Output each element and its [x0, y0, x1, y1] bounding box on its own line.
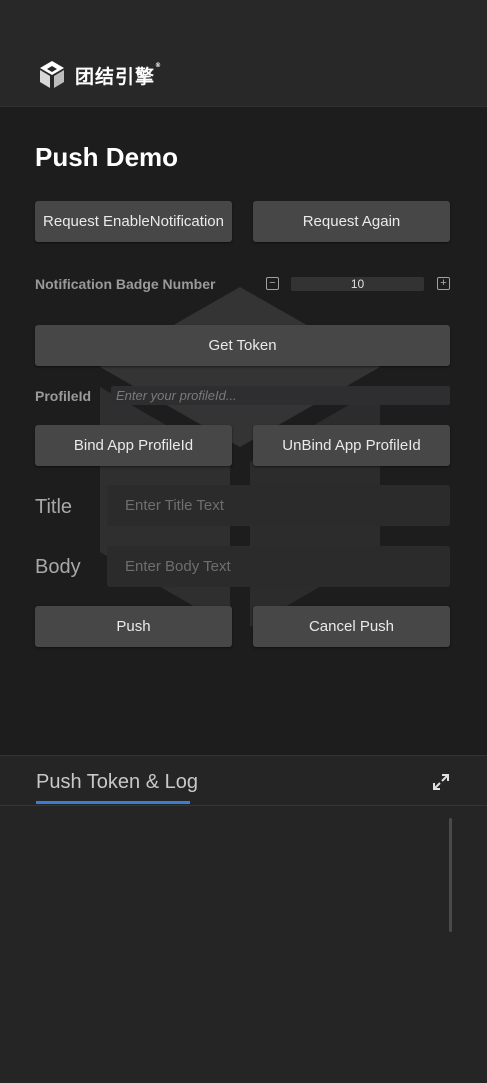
expand-icon[interactable]: [432, 773, 450, 791]
app-header: 团结引擎®: [0, 0, 487, 107]
push-demo-panel: Push Demo Request EnableNotification Req…: [0, 107, 487, 754]
request-again-button[interactable]: Request Again: [253, 201, 450, 242]
cancel-push-button[interactable]: Cancel Push: [253, 606, 450, 647]
get-token-button[interactable]: Get Token: [35, 325, 450, 366]
tab-push-token-log[interactable]: Push Token & Log: [36, 771, 198, 794]
plus-icon[interactable]: +: [437, 277, 450, 290]
log-scrollbar[interactable]: [449, 818, 452, 932]
request-enable-notification-button[interactable]: Request EnableNotification: [35, 201, 232, 242]
title-input[interactable]: Enter Title Text: [107, 485, 450, 526]
profile-id-label: ProfileId: [35, 388, 92, 404]
bind-profile-button[interactable]: Bind App ProfileId: [35, 425, 232, 466]
logo-cube-icon: [40, 61, 64, 88]
badge-number-label: Notification Badge Number: [35, 276, 216, 292]
page-title: Push Demo: [35, 142, 179, 172]
badge-number-field[interactable]: 10: [291, 277, 424, 291]
log-panel-header: Push Token & Log: [0, 756, 487, 806]
logo: 团结引擎®: [35, 58, 162, 92]
title-label: Title: [35, 496, 73, 518]
push-button[interactable]: Push: [35, 606, 232, 647]
log-panel: Push Token & Log: [0, 755, 487, 1083]
minus-icon[interactable]: −: [266, 277, 279, 290]
body-label: Body: [35, 556, 81, 578]
tab-active-indicator: [36, 801, 190, 804]
body-input[interactable]: Enter Body Text: [107, 546, 450, 587]
unbind-profile-button[interactable]: UnBind App ProfileId: [253, 425, 450, 466]
logo-text: 团结引擎®: [75, 61, 163, 88]
profile-id-input[interactable]: Enter your profileId...: [111, 386, 450, 405]
